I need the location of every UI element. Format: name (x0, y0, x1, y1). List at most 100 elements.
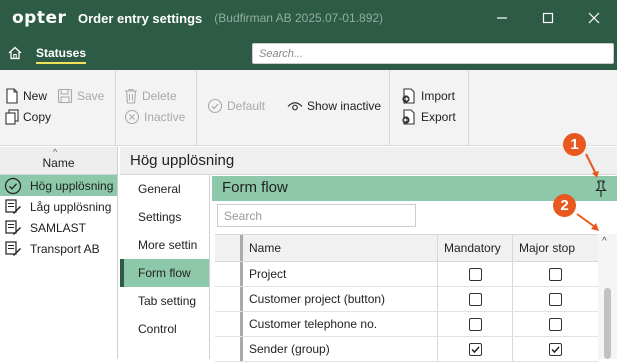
major-stop-checkbox[interactable] (549, 342, 562, 356)
delete-label: Delete (142, 89, 177, 103)
column-mandatory[interactable]: Mandatory (438, 235, 513, 261)
show-inactive-label: Show inactive (307, 99, 382, 113)
name-column-header[interactable]: ^ Name (0, 147, 117, 175)
subnav-settings[interactable]: Settings (120, 203, 209, 231)
subnav-general[interactable]: General (120, 175, 209, 203)
row-indicator-header (215, 235, 243, 261)
table-row[interactable]: Sender (group) (215, 337, 598, 362)
list-item-label: Hög upplösning (30, 178, 114, 193)
list-item-label: Låg upplösning (30, 199, 112, 214)
close-icon (588, 12, 600, 24)
mandatory-cell (438, 312, 513, 336)
subnav-more-settings[interactable]: More settin (120, 231, 209, 259)
list-item[interactable]: Transport AB (0, 238, 117, 259)
list-item-label: Transport AB (30, 241, 100, 256)
pin-button[interactable] (594, 180, 608, 201)
inactive-button[interactable]: Inactive (124, 109, 185, 125)
mandatory-cell (438, 262, 513, 286)
save-button[interactable]: Save (57, 88, 104, 104)
scrollbar-thumb[interactable] (604, 288, 611, 359)
form-flow-grid: Name Mandatory Major stop Project Custom… (215, 234, 598, 362)
search-input[interactable] (252, 43, 614, 64)
title-bar: opter Order entry settings (Budfirman AB… (0, 0, 617, 36)
close-button[interactable] (571, 0, 617, 36)
list-item[interactable]: Hög upplösning (0, 175, 117, 196)
mandatory-checkbox[interactable] (468, 292, 482, 306)
list-item[interactable]: Låg upplösning (0, 196, 117, 217)
major-stop-checkbox[interactable] (549, 317, 562, 331)
checkmark-icon (551, 345, 560, 353)
mandatory-checkbox[interactable] (468, 342, 482, 356)
toolbar-group-view: Default Show inactive (198, 70, 390, 146)
import-icon (402, 88, 415, 104)
major-stop-cell (513, 287, 598, 311)
row-indicator (215, 262, 243, 286)
grid-header: Name Mandatory Major stop (215, 234, 598, 262)
tab-bar: Statuses (0, 36, 617, 70)
callout-arrow-1 (585, 153, 599, 178)
vertical-scrollbar[interactable]: ^ (598, 234, 617, 359)
mandatory-checkbox[interactable] (468, 267, 482, 281)
form-edit-icon (5, 198, 21, 214)
form-flow-search-input[interactable] (217, 204, 416, 227)
table-row[interactable]: Customer project (button) (215, 287, 598, 312)
delete-button[interactable]: Delete (124, 88, 177, 104)
new-button[interactable]: New (5, 88, 47, 104)
toolbar-group-io: Import Export (391, 70, 469, 146)
list-item[interactable]: SAMLAST (0, 217, 117, 238)
minimize-button[interactable] (479, 0, 525, 36)
major-stop-checkbox[interactable] (549, 292, 562, 306)
maximize-button[interactable] (525, 0, 571, 36)
tab-statuses[interactable]: Statuses (36, 36, 87, 70)
save-label: Save (77, 89, 105, 103)
form-flow-title: Form flow (222, 179, 288, 196)
toolbar-group-edit: New Save Copy (0, 70, 116, 146)
home-button[interactable] (2, 36, 28, 70)
new-document-icon (6, 88, 18, 104)
row-indicator (215, 312, 243, 336)
export-button[interactable]: Export (401, 109, 456, 125)
detail-title: Hög upplösning (120, 147, 617, 175)
list-item-label: SAMLAST (30, 220, 87, 235)
major-stop-checkbox[interactable] (549, 267, 562, 281)
toolbar: New Save Copy Delete Inactive Default Sh… (0, 70, 617, 146)
callout-marker-1: 1 (563, 133, 586, 156)
row-name: Sender (group) (243, 337, 438, 361)
check-circle-icon (207, 98, 223, 114)
copy-button[interactable]: Copy (5, 109, 51, 125)
scroll-up-icon[interactable]: ^ (602, 236, 607, 247)
column-major-stop[interactable]: Major stop (513, 235, 598, 261)
circle-x-icon (124, 109, 140, 125)
import-button[interactable]: Import (401, 88, 455, 104)
inactive-label: Inactive (144, 110, 186, 124)
sort-up-icon: ^ (53, 147, 58, 157)
subnav-control[interactable]: Control (120, 315, 209, 343)
default-button[interactable]: Default (207, 98, 265, 114)
table-row[interactable]: Project (215, 262, 598, 287)
row-indicator (215, 337, 243, 361)
minimize-icon (497, 17, 507, 19)
home-icon (8, 46, 22, 60)
save-icon (57, 88, 73, 104)
form-edit-icon (5, 219, 21, 235)
subnav-form-flow[interactable]: Form flow (120, 259, 209, 287)
app-logo: opter (12, 8, 67, 28)
mandatory-checkbox[interactable] (468, 317, 482, 331)
subnav-tab-settings[interactable]: Tab setting (120, 287, 209, 315)
row-name: Customer telephone no. (243, 312, 438, 336)
maximize-icon (542, 12, 554, 24)
form-edit-icon (5, 240, 21, 256)
export-label: Export (421, 110, 456, 124)
mandatory-cell (438, 287, 513, 311)
import-label: Import (421, 89, 456, 103)
window-title: Order entry settings (78, 10, 203, 26)
major-stop-cell (513, 262, 598, 286)
show-inactive-button[interactable]: Show inactive (287, 98, 381, 114)
new-label: New (23, 89, 48, 103)
table-row[interactable]: Customer telephone no. (215, 312, 598, 337)
trash-icon (125, 88, 137, 104)
eye-icon (287, 102, 303, 111)
name-header-label: Name (42, 156, 75, 170)
check-circle-icon (4, 177, 22, 194)
column-name[interactable]: Name (243, 235, 438, 261)
